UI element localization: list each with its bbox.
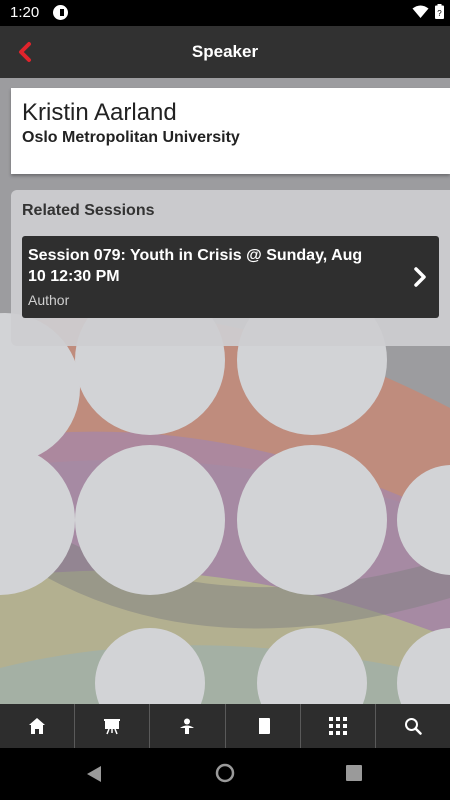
nav-search[interactable]: [376, 704, 450, 748]
home-icon: [29, 718, 46, 734]
system-nav-bar: [0, 748, 450, 800]
app-header: Speaker: [0, 26, 450, 78]
grid-icon: [328, 717, 347, 735]
status-time: 1:20: [10, 4, 40, 21]
search-icon: [404, 718, 422, 735]
system-home-icon[interactable]: [215, 763, 235, 783]
page-title: Speaker: [191, 42, 259, 61]
speaker-icon: [180, 718, 195, 734]
system-recents-icon[interactable]: [346, 765, 362, 781]
session-title: Session 079: Youth in Crisis @ Sunday, A…: [28, 247, 363, 285]
system-back-icon[interactable]: [85, 764, 103, 784]
bottom-nav: [0, 704, 450, 748]
related-sessions-panel: Related Sessions Session 079: Youth in C…: [11, 190, 450, 346]
app-status-icon: [53, 5, 68, 20]
session-card[interactable]: Session 079: Youth in Crisis @ Sunday, A…: [22, 236, 439, 318]
presentation-icon: [104, 719, 121, 735]
related-sessions-title: Related Sessions: [22, 202, 155, 219]
speaker-name: Kristin Aarland: [22, 99, 177, 126]
status-bar: 1:20 ?: [0, 0, 450, 26]
book-icon: [256, 718, 270, 734]
nav-speakers[interactable]: [150, 704, 226, 748]
nav-program[interactable]: [226, 704, 301, 748]
battery-icon: ?: [435, 4, 444, 19]
nav-grid[interactable]: [301, 704, 376, 748]
chevron-right-icon: [414, 267, 426, 287]
speaker-affiliation: Oslo Metropolitan University: [22, 129, 240, 146]
svg-text:?: ?: [437, 9, 442, 18]
nav-sessions[interactable]: [75, 704, 151, 748]
wifi-icon: [412, 5, 429, 18]
status-icons: ?: [412, 4, 444, 19]
session-role: Author: [28, 292, 70, 308]
speaker-card: Kristin Aarland Oslo Metropolitan Univer…: [11, 88, 450, 174]
nav-home[interactable]: [0, 704, 76, 748]
